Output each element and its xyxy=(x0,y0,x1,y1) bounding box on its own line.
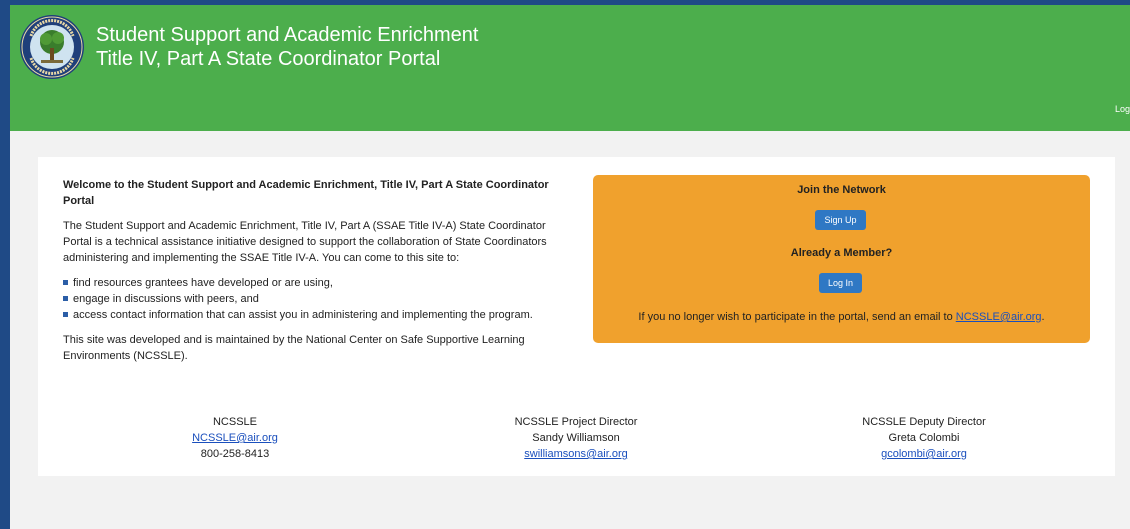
contact-deputy-director: NCSSLE Deputy Director Greta Colombi gco… xyxy=(814,414,1034,462)
contact-name: Greta Colombi xyxy=(888,432,960,444)
header-login-link[interactable]: Log xyxy=(1115,104,1130,114)
opt-out-email-link[interactable]: NCSSLE@air.org xyxy=(956,311,1042,323)
contact-title: NCSSLE Project Director xyxy=(514,416,638,428)
bullet-square-icon xyxy=(63,296,68,301)
contact-email-link[interactable]: NCSSLE@air.org xyxy=(192,432,278,444)
page-frame: Student Support and Academic Enrichment … xyxy=(10,0,1130,529)
list-item: access contact information that can assi… xyxy=(63,307,573,323)
opt-out-text: If you no longer wish to participate in … xyxy=(638,311,1045,323)
contact-name: Sandy Williamson xyxy=(532,432,620,444)
site-title-line2: Title IV, Part A State Coordinator Porta… xyxy=(96,48,441,70)
bullet-square-icon xyxy=(63,280,68,285)
membership-panel: Join the Network Sign Up Already a Membe… xyxy=(593,175,1090,343)
contact-ncssle: NCSSLE NCSSLE@air.org 800-258-8413 xyxy=(125,414,345,462)
sign-up-button[interactable]: Sign Up xyxy=(815,210,866,230)
contact-title: NCSSLE Deputy Director xyxy=(862,416,986,428)
list-item: find resources grantees have developed o… xyxy=(63,275,573,291)
member-heading: Already a Member? xyxy=(790,247,893,259)
list-item: engage in discussions with peers, and xyxy=(63,291,573,307)
site-header: Student Support and Academic Enrichment … xyxy=(10,5,1130,131)
department-seal-icon xyxy=(20,15,84,79)
site-title-line1: Student Support and Academic Enrichment xyxy=(96,24,479,46)
contact-title: NCSSLE xyxy=(212,416,258,428)
maintained-by-text: This site was developed and is maintaine… xyxy=(63,334,525,362)
contact-email-link[interactable]: swilliamsons@air.org xyxy=(524,448,627,460)
intro-paragraph: The Student Support and Academic Enrichm… xyxy=(63,220,547,264)
contact-phone: 800-258-8413 xyxy=(200,448,270,460)
contact-project-director: NCSSLE Project Director Sandy Williamson… xyxy=(466,414,686,462)
contact-email-link[interactable]: gcolombi@air.org xyxy=(881,448,967,460)
welcome-heading: Welcome to the Student Support and Acade… xyxy=(63,179,549,207)
welcome-section: Welcome to the Student Support and Acade… xyxy=(63,177,573,364)
feature-list: find resources grantees have developed o… xyxy=(63,275,573,323)
bullet-square-icon xyxy=(63,312,68,317)
content-card: Welcome to the Student Support and Acade… xyxy=(38,157,1115,476)
join-heading: Join the Network xyxy=(797,184,886,196)
log-in-button[interactable]: Log In xyxy=(819,273,862,293)
